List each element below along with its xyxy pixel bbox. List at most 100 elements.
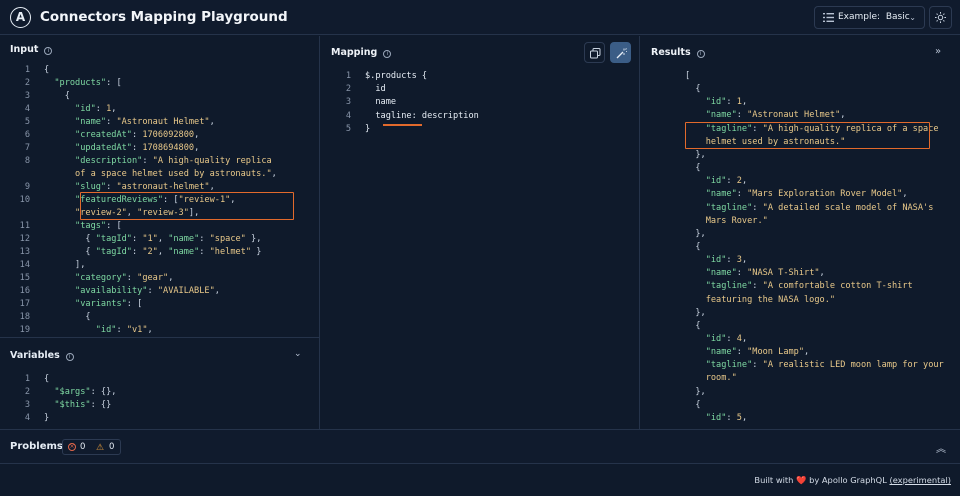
code-line: "tagline": "A comfortable cotton T-shirt [641,280,913,293]
code-line: 8 "description": "A high-quality replica [0,155,272,168]
code-token: : [106,117,117,127]
code-token: : [ [126,299,143,309]
experimental-link[interactable]: (experimental) [889,475,951,485]
code-token: : [116,325,127,335]
apollo-logo-icon: A [10,7,31,28]
code-token: room." [705,373,737,384]
code-token: "name" [168,234,200,244]
code-token: : [ [106,78,122,88]
line-number: 4 [24,413,30,423]
code-token: : [726,334,737,344]
code-token: : [726,176,737,187]
code-token: "id" [95,325,117,335]
code-line: "id": 1, [641,96,747,109]
code-token: "tagId" [95,234,132,244]
info-icon[interactable]: i [696,50,705,58]
info-icon[interactable]: i [383,50,392,58]
input-panel-title: Input i [10,44,53,55]
code-token: "2" [142,247,158,257]
expand-up-icon[interactable]: ︽ [936,440,946,455]
line-number: 3 [345,97,351,108]
theme-toggle-button[interactable] [929,6,952,29]
code-token: "tagline" [705,281,753,292]
mapping-panel-title: Mapping i [331,47,392,58]
line-number: 16 [19,286,30,296]
code-line: "name": "Mars Exploration Rover Model", [641,188,908,201]
code-token: : [131,247,143,257]
code-token: }, [685,307,706,318]
code-token: name [365,97,397,108]
code-token: "gear" [137,273,169,283]
code-token: "tags" [75,221,107,231]
problems-counter[interactable]: × 0 ⚠ 0 [62,439,121,455]
code-token: : [736,189,748,200]
description-highlight [80,192,294,220]
code-token: } [251,247,262,257]
code-token: "name" [705,189,737,200]
code-token: , [741,412,748,423]
code-line: 2 "$args": {}, [0,386,117,399]
copy-icon [590,48,601,59]
results-panel: Results i » [ { "id": 1, "name": "Astrona… [641,36,960,429]
warning-icon: ⚠ [96,443,105,453]
variables-editor[interactable]: 1{2 "$args": {}, 3 "$this": {} 4} [0,373,320,429]
code-line: }, [641,149,706,162]
collapse-icon[interactable]: ⌄ [294,349,302,359]
list-icon [823,13,834,22]
code-token: { [685,399,701,410]
variables-panel-title: Variables i [10,350,74,361]
expand-icon[interactable]: » [935,46,941,57]
code-token: , [804,347,810,358]
app-title: Connectors Mapping Playground [40,9,288,25]
code-line: 1 $.products { [321,70,427,83]
line-number: 18 [19,312,30,322]
code-token: "name" [168,247,200,257]
input-panel: Input i 1{2 "products": [3 {4 "id": 1, 5 "… [0,36,320,429]
mapping-editor[interactable]: 1 $.products {2 id 3 name 4 tagline: descri… [321,70,640,150]
error-count: 0 [80,442,86,452]
code-line: { [641,320,700,333]
top-bar: A Connectors Mapping Playground Example:… [0,0,960,35]
example-selector[interactable]: Example: Basic ⌄ [814,6,925,29]
code-token: of a space helmet used by astronauts." [75,169,272,179]
code-line: 19 "id": "v1", [0,324,153,337]
line-number: 5 [24,117,30,127]
copy-button[interactable] [584,42,605,63]
line-number: 2 [24,78,30,88]
results-panel-title: Results i [651,47,705,58]
line-number: 6 [24,130,30,140]
line-number: 14 [19,260,30,270]
info-icon[interactable]: i [44,47,53,55]
code-line: 11 "tags": [ [0,220,122,233]
code-token: "updatedAt" [75,143,132,153]
code-token: : [147,286,158,296]
info-icon[interactable]: i [65,353,74,361]
format-button[interactable] [610,42,631,63]
code-line: "name": "Moon Lamp", [641,346,810,359]
code-token: "Mars Exploration Rover Model" [747,189,903,200]
code-line: }, [641,386,705,399]
code-token: , [111,104,117,114]
code-line: "tagline": "A realistic LED moon lamp fo… [641,359,944,372]
code-token: }, [685,149,706,160]
code-token: "id" [705,412,727,423]
code-line: [ [641,70,690,83]
code-token: : [142,156,153,166]
code-token: { [44,91,70,101]
line-number: 4 [24,104,30,114]
code-line: of a space helmet used by astronauts.", [0,168,277,181]
code-token: : [726,255,737,266]
code-token: "name" [75,117,107,127]
line-number: 1 [24,65,30,75]
